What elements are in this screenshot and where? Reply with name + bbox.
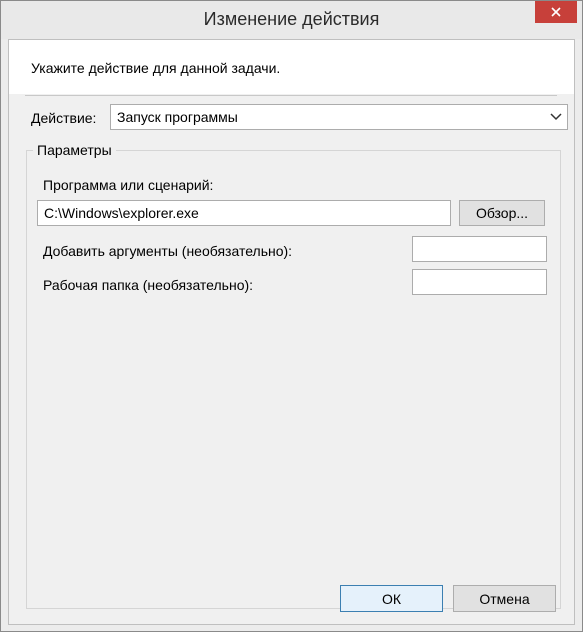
dialog-window: Изменение действия Укажите действие для … (0, 0, 583, 632)
arguments-label: Добавить аргументы (необязательно): (43, 243, 293, 259)
dialog-body: Укажите действие для данной задачи. Дейс… (8, 39, 575, 625)
chevron-down-icon (550, 113, 562, 121)
arguments-input[interactable] (412, 236, 547, 262)
window-title: Изменение действия (203, 9, 380, 29)
program-input[interactable] (37, 200, 451, 226)
ok-button[interactable]: ОК (340, 585, 443, 612)
title-bar[interactable]: Изменение действия (1, 1, 582, 39)
cancel-button[interactable]: Отмена (453, 585, 556, 612)
working-folder-label: Рабочая папка (необязательно): (43, 277, 254, 293)
instruction-area: Укажите действие для данной задачи. (9, 40, 574, 94)
separator (25, 95, 557, 96)
action-selected-value: Запуск программы (117, 109, 238, 125)
instruction-text: Укажите действие для данной задачи. (31, 60, 281, 76)
action-select[interactable]: Запуск программы (110, 104, 568, 130)
working-folder-input[interactable] (412, 269, 547, 295)
close-button[interactable] (535, 1, 577, 23)
browse-button[interactable]: Обзор... (459, 200, 545, 226)
action-label: Действие: (31, 110, 97, 126)
close-icon (551, 7, 561, 17)
parameters-group-title: Параметры (33, 142, 116, 158)
program-label: Программа или сценарий: (43, 177, 214, 193)
